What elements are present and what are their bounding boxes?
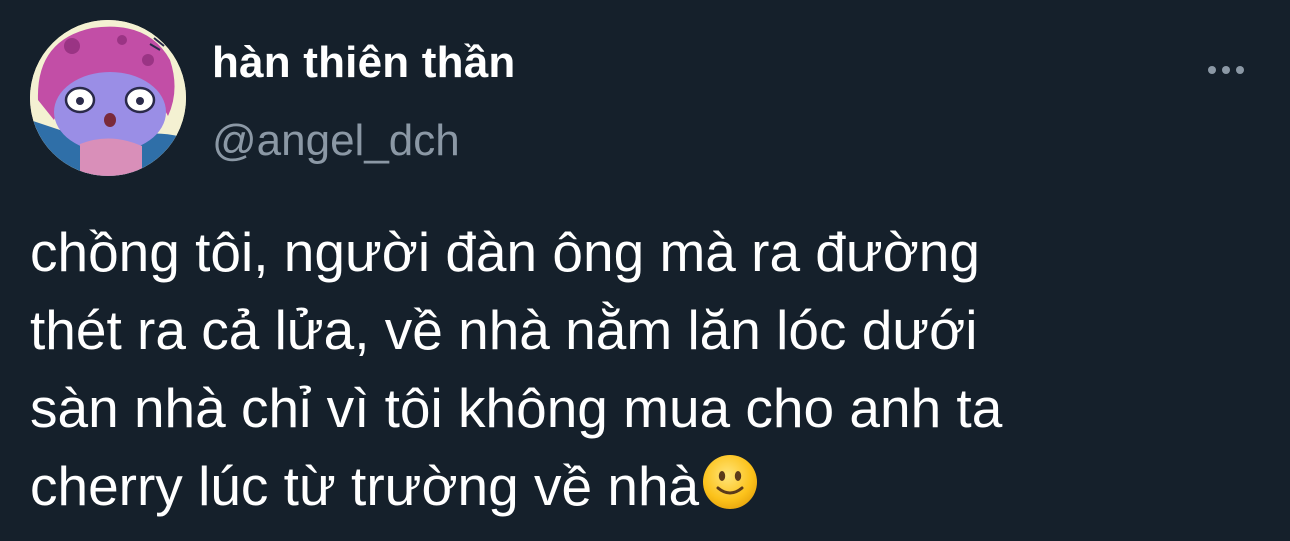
tweet-text: chồng tôi, người đàn ông mà ra đường thé… xyxy=(30,221,1003,517)
author-handle[interactable]: @angel_dch xyxy=(212,116,460,166)
tweet-card: hàn thiên thần @angel_dch chồng tôi, ngư… xyxy=(0,0,1290,541)
cartoon-avatar-icon xyxy=(30,20,186,176)
slightly-smiling-face-emoji xyxy=(701,453,759,511)
tweet-body: chồng tôi, người đàn ông mà ra đường thé… xyxy=(30,213,1250,525)
more-options-button[interactable] xyxy=(1200,52,1252,88)
more-options-icon xyxy=(1208,66,1244,74)
author-avatar[interactable] xyxy=(30,20,186,176)
author-display-name[interactable]: hàn thiên thần xyxy=(212,38,515,88)
